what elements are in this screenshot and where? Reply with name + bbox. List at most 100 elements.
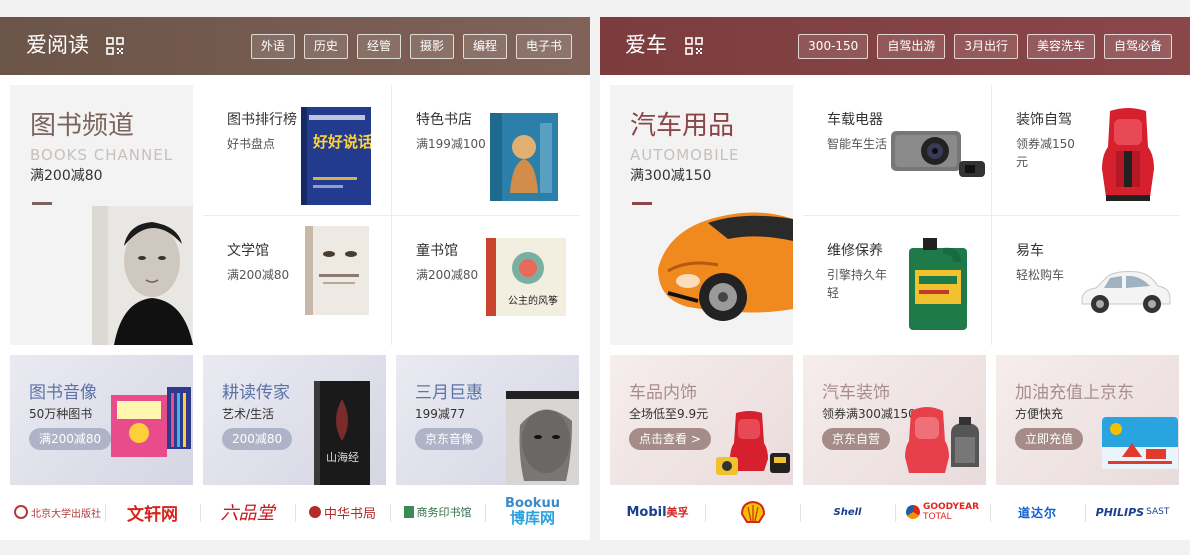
cell-subtitle: 领券减150元 <box>1016 137 1075 169</box>
classics-card[interactable]: 耕读传家 艺术/生活 200减80 山海经 <box>203 355 386 485</box>
car-decoration-card[interactable]: 汽车装饰 领券满300减150 京东自营 <box>803 355 986 485</box>
brand-logo-goodyear[interactable]: Shell <box>800 492 895 532</box>
brand-logo-bookuu[interactable]: Bookuu 博库网 <box>485 492 580 532</box>
cell-subtitle: 轻松购车 <box>1016 268 1065 282</box>
card-subtitle: 199减77 <box>415 407 466 421</box>
engine-oil-image <box>909 238 967 330</box>
qr-code-icon[interactable] <box>685 37 703 55</box>
card-title: 图书音像 <box>29 383 97 403</box>
brand-logo-commercial-press[interactable]: 商务印书馆 <box>390 492 485 532</box>
cell-title: 图书排行榜 <box>227 112 297 128</box>
card-button[interactable]: 京东音像 <box>415 428 484 450</box>
cover-text: 山海经 <box>326 450 359 464</box>
white-car-image <box>1081 271 1171 313</box>
car-tag[interactable]: 美容洗车 <box>1026 34 1095 59</box>
books-tag[interactable]: 电子书 <box>515 34 572 59</box>
brand-logo: 北京大学出版社 <box>14 505 101 520</box>
featured-bookstore-cell[interactable]: 特色书店 满199减100 <box>392 85 580 215</box>
cell-title: 文学馆 <box>227 243 269 259</box>
cell-title: 维修保养 <box>827 243 883 259</box>
books-tag[interactable]: 摄影 <box>409 34 454 59</box>
brand-logo: 中华书局 <box>308 503 376 522</box>
fuel-card-image <box>1102 417 1178 469</box>
brand-logo-shell[interactable] <box>705 492 800 532</box>
card-title: 加油充值上京东 <box>1015 383 1134 403</box>
book-ranking-cell[interactable]: 图书排行榜 好书盘点 好好说话 <box>203 85 391 215</box>
books-tag[interactable]: 历史 <box>303 34 348 59</box>
card-button[interactable]: 京东自营 <box>822 428 891 450</box>
car-seat-products-image <box>716 411 790 475</box>
featured-promo: 满300减150 <box>630 168 712 184</box>
book-cover-image <box>490 113 558 201</box>
books-tag[interactable]: 编程 <box>462 34 507 59</box>
sports-car-image <box>658 212 793 321</box>
brand-logo-pku-press[interactable]: 北京大学出版社 <box>10 492 105 532</box>
card-subtitle: 50万种图书 <box>29 407 93 421</box>
card-button[interactable]: 点击查看 > <box>629 428 711 450</box>
audio-books-card[interactable]: 图书音像 50万种图书 满200减80 <box>10 355 193 485</box>
card-subtitle: 艺术/生活 <box>222 407 275 421</box>
cell-title: 车载电器 <box>827 112 883 128</box>
books-featured-tile[interactable]: 图书频道 BOOKS CHANNEL 满200减80 <box>10 85 193 345</box>
books-tag[interactable]: 外语 <box>250 34 295 59</box>
car-tag[interactable]: 自驾出游 <box>877 34 946 59</box>
book-cover-image <box>305 226 369 315</box>
seal-icon <box>14 505 28 519</box>
cell-subtitle: 引擎持久年轻 <box>827 268 888 300</box>
car-decor-cell[interactable]: 装饰自驾 领券减150元 <box>992 85 1180 215</box>
books-tags: 外语 历史 经管 摄影 编程 电子书 <box>250 34 572 59</box>
brand-logo-mobil[interactable]: Mobil 美孚 <box>610 492 705 532</box>
car-interior-card[interactable]: 车品内饰 全场低至9.9元 点击查看 > <box>610 355 793 485</box>
literature-cell[interactable]: 文学馆 满200减80 <box>203 216 391 346</box>
brand-logo-liupintang[interactable]: 六品堂 <box>200 492 295 532</box>
brand-logo-philips[interactable]: 道达尔 <box>990 492 1085 532</box>
total-logo-icon <box>905 505 920 519</box>
featured-title: 汽车用品 <box>630 111 735 141</box>
brand-logo-sast[interactable]: PHILIPS SAST <box>1085 492 1180 532</box>
card-button[interactable]: 满200减80 <box>29 428 112 450</box>
cell-subtitle: 满200减80 <box>227 268 290 282</box>
cover-text: 公主的风筝 <box>508 294 558 307</box>
car-category-grid: 车载电器 智能车生活 装饰自驾 领券减150元 维修保养 引擎持久年轻 易车 轻… <box>803 85 1179 345</box>
book-cover-image: 好好说话 <box>301 107 371 205</box>
brand-logo-zhonghua[interactable]: 中华书局 <box>295 492 390 532</box>
brand-logo-total[interactable]: GOODYEAR TOTAL <box>895 492 990 532</box>
buy-car-cell[interactable]: 易车 轻松购车 <box>992 216 1180 346</box>
brand-logo: 商务印书馆 <box>403 504 472 520</box>
card-subtitle: 方便快充 <box>1015 407 1064 421</box>
car-featured-tile[interactable]: 汽车用品 AUTOMOBILE 满300减150 <box>610 85 793 345</box>
books-brand-strip: 北京大学出版社 文轩网 六品堂 中华书局 商务印书馆 Bookuu 博库网 <box>10 492 580 532</box>
featured-title: 图书频道 <box>30 111 135 141</box>
cell-title: 特色书店 <box>416 112 472 128</box>
brand-logo-wenxuan[interactable]: 文轩网 <box>105 492 200 532</box>
dashcam-image <box>891 131 985 177</box>
car-panel: 爱车 300-150 自驾出游 3月出行 美容洗车 自驾必备 汽车用品 AUTO… <box>600 17 1190 540</box>
maintenance-cell[interactable]: 维修保养 引擎持久年轻 <box>803 216 991 346</box>
car-brand-strip: Mobil 美孚 Shell GOODYEAR TOTAL 道达尔 PHILIP… <box>610 492 1180 532</box>
car-electronics-cell[interactable]: 车载电器 智能车生活 <box>803 85 991 215</box>
qr-code-icon[interactable] <box>106 37 124 55</box>
car-tag[interactable]: 3月出行 <box>954 34 1018 59</box>
books-title: 爱阅读 <box>26 33 89 57</box>
children-books-cell[interactable]: 童书馆 满200减80 公主的风筝 <box>392 216 580 346</box>
cell-title: 童书馆 <box>416 243 458 259</box>
car-tag[interactable]: 自驾必备 <box>1103 34 1172 59</box>
featured-divider <box>32 202 52 205</box>
card-button[interactable]: 立即充值 <box>1015 428 1084 450</box>
card-button[interactable]: 200减80 <box>222 428 293 450</box>
cell-title: 装饰自驾 <box>1016 112 1072 128</box>
books-tag[interactable]: 经管 <box>356 34 401 59</box>
car-tags: 300-150 自驾出游 3月出行 美容洗车 自驾必备 <box>798 34 1172 59</box>
card-title: 汽车装饰 <box>822 383 890 403</box>
books-header: 爱阅读 外语 历史 经管 摄影 编程 电子书 <box>0 17 590 75</box>
featured-subtitle: BOOKS CHANNEL <box>30 146 174 164</box>
cell-title: 易车 <box>1016 243 1044 259</box>
seal-icon <box>308 506 321 518</box>
march-deals-card[interactable]: 三月巨惠 199减77 京东音像 <box>396 355 579 485</box>
card-subtitle: 全场低至9.9元 <box>629 407 709 421</box>
car-tag[interactable]: 300-150 <box>798 34 869 59</box>
card-title: 三月巨惠 <box>415 383 483 403</box>
book-cover-image: 公主的风筝 <box>486 238 566 316</box>
card-title: 耕读传家 <box>222 383 290 403</box>
fuel-topup-card[interactable]: 加油充值上京东 方便快充 立即充值 <box>996 355 1179 485</box>
